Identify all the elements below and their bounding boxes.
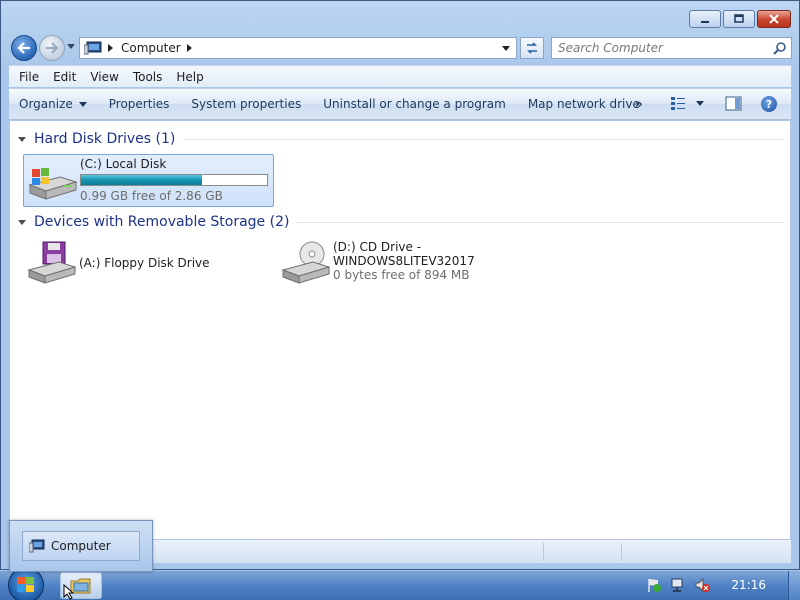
group-header-removable[interactable]: Devices with Removable Storage (2)	[18, 214, 784, 230]
organize-label: Organize	[19, 97, 73, 111]
menu-bar: File Edit View Tools Help	[9, 65, 791, 87]
minimize-icon	[701, 21, 709, 23]
group-divider	[297, 221, 784, 223]
drive-c-free-space: 0.99 GB free of 2.86 GB	[80, 189, 223, 203]
uninstall-program-label: Uninstall or change a program	[323, 97, 506, 111]
address-dropdown-icon[interactable]	[502, 46, 510, 51]
properties-button[interactable]: Properties	[109, 97, 170, 111]
volume-muted-icon[interactable]	[694, 577, 710, 593]
caption-buttons	[689, 10, 791, 28]
address-bar[interactable]: Computer	[79, 37, 517, 59]
search-input[interactable]	[558, 41, 758, 55]
thumbnail-window[interactable]: Computer	[22, 531, 140, 561]
drive-d-name-line2: WINDOWS8LITEV32017	[333, 254, 475, 268]
crumb-next-icon[interactable]	[186, 44, 192, 52]
more-commands-button[interactable]: »	[635, 97, 643, 111]
preview-pane-icon[interactable]	[725, 96, 743, 112]
status-separator	[621, 543, 622, 561]
collapse-arrow-icon	[18, 136, 26, 142]
uninstall-program-button[interactable]: Uninstall or change a program	[323, 97, 506, 111]
recent-pages-dropdown[interactable]	[67, 44, 75, 49]
restore-icon	[734, 14, 744, 23]
minimize-button[interactable]	[689, 10, 721, 28]
search-icon[interactable]	[773, 41, 787, 55]
taskbar-thumbnail[interactable]: Computer	[9, 520, 153, 572]
drive-c-name: (C:) Local Disk	[80, 157, 167, 171]
system-tray	[640, 570, 800, 600]
clock[interactable]: 21:16	[731, 578, 766, 592]
refresh-button[interactable]	[520, 37, 544, 59]
system-properties-label: System properties	[191, 97, 302, 111]
drive-d[interactable]: (D:) CD Drive - WINDOWS8LITEV32017 0 byt…	[277, 238, 497, 288]
forward-button[interactable]	[39, 35, 65, 61]
explorer-window: Computer File Edit View Tools Help Organ…	[0, 0, 800, 570]
crumb-separator-icon[interactable]	[108, 44, 113, 52]
forward-arrow-icon	[46, 42, 59, 54]
menu-tools[interactable]: Tools	[133, 70, 163, 84]
back-button[interactable]	[11, 35, 37, 61]
map-network-drive-label: Map network drive	[527, 97, 640, 111]
cd-drive-icon	[277, 238, 333, 286]
windows-logo-icon	[17, 577, 34, 592]
drive-a-name: (A:) Floppy Disk Drive	[79, 256, 210, 270]
drive-a[interactable]: (A:) Floppy Disk Drive	[23, 238, 263, 288]
drive-c-usage-fill	[81, 175, 202, 185]
view-details-icon	[671, 97, 685, 110]
network-icon[interactable]	[670, 577, 686, 593]
menu-edit[interactable]: Edit	[53, 70, 76, 84]
organize-button[interactable]: Organize	[19, 97, 87, 111]
drive-c-usage-bar	[80, 174, 268, 186]
properties-label: Properties	[108, 97, 170, 111]
chevron-down-icon	[696, 100, 704, 106]
map-network-drive-button[interactable]: Map network drive	[528, 97, 640, 111]
menu-help[interactable]: Help	[176, 70, 203, 84]
system-properties-button[interactable]: System properties	[191, 97, 301, 111]
computer-icon	[29, 539, 45, 553]
thumbnail-label: Computer	[51, 539, 111, 553]
maximize-button[interactable]	[723, 10, 755, 28]
change-view-button[interactable]	[670, 96, 704, 110]
computer-icon	[84, 41, 102, 55]
close-icon	[769, 14, 779, 24]
action-center-flag-icon[interactable]	[646, 577, 662, 593]
content-pane: Hard Disk Drives (1) (C:) Local Disk 0.9…	[9, 121, 791, 539]
drive-d-free-space: 0 bytes free of 894 MB	[333, 268, 470, 282]
floppy-drive-icon	[23, 238, 79, 286]
back-arrow-icon	[17, 42, 30, 54]
group-header-hard-disks[interactable]: Hard Disk Drives (1)	[18, 131, 784, 147]
menu-view[interactable]: View	[90, 70, 118, 84]
drive-c-info: (C:) Local Disk 0.99 GB free of 2.86 GB	[80, 155, 268, 206]
drive-d-info: (D:) CD Drive - WINDOWS8LITEV32017 0 byt…	[333, 238, 475, 288]
mouse-cursor-icon	[63, 584, 75, 600]
drive-c[interactable]: (C:) Local Disk 0.99 GB free of 2.86 GB	[23, 154, 274, 207]
collapse-arrow-icon	[18, 219, 26, 225]
drive-d-name-line1: (D:) CD Drive -	[333, 240, 422, 254]
breadcrumb-computer[interactable]: Computer	[121, 41, 181, 55]
chevron-down-icon	[78, 101, 87, 107]
status-separator	[543, 543, 544, 561]
group-divider	[183, 138, 784, 140]
group-title: Devices with Removable Storage (2)	[34, 214, 290, 230]
drive-a-info: (A:) Floppy Disk Drive	[79, 238, 210, 288]
command-bar: Organize Properties System properties Un…	[9, 88, 791, 120]
menu-file[interactable]: File	[19, 70, 39, 84]
search-box	[551, 37, 792, 59]
hard-disk-windows-icon	[24, 155, 80, 203]
group-title: Hard Disk Drives (1)	[34, 131, 176, 147]
close-button[interactable]	[757, 10, 791, 28]
help-button[interactable]: ?	[761, 96, 777, 112]
refresh-icon	[527, 42, 537, 54]
address-row: Computer	[9, 33, 792, 63]
show-desktop-button[interactable]	[788, 571, 800, 600]
